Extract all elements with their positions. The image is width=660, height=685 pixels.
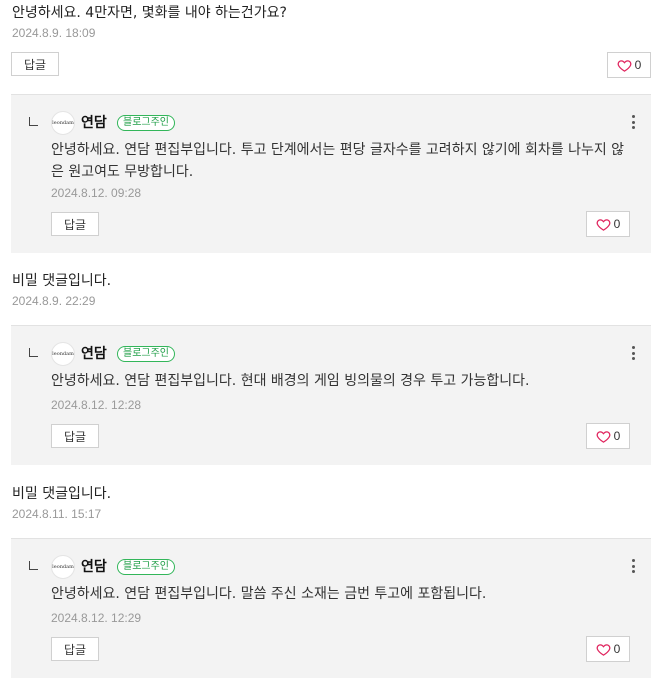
like-button[interactable]: 0 — [586, 211, 630, 237]
reply-item: leondam 연담 블로그주인 안녕하세요. 연담 편집부입니다. 투고 단계… — [11, 94, 651, 253]
reply-tree-icon — [29, 561, 38, 570]
reply-tree-icon — [29, 348, 38, 357]
reply-date: 2024.8.12. 12:28 — [51, 398, 142, 412]
like-button[interactable]: 0 — [586, 636, 630, 662]
reply-date: 2024.8.12. 12:29 — [51, 611, 142, 625]
reply-button[interactable]: 답글 — [51, 424, 99, 448]
owner-badge: 블로그주인 — [117, 346, 175, 362]
comment-text: 안녕하세요. 4만자면, 몇화를 내야 하는건가요? — [12, 5, 287, 21]
reply-author[interactable]: 연담 — [81, 556, 107, 576]
comment-list: 안녕하세요. 4만자면, 몇화를 내야 하는건가요? 2024.8.9. 18:… — [0, 0, 660, 685]
heart-icon — [596, 218, 611, 231]
reply-item: leondam 연담 블로그주인 안녕하세요. 연담 편집부입니다. 현대 배경… — [11, 325, 651, 465]
heart-icon — [596, 643, 611, 656]
reply-item: leondam 연담 블로그주인 안녕하세요. 연담 편집부입니다. 말씀 주신… — [11, 538, 651, 678]
like-count: 0 — [613, 217, 621, 231]
comment-item: 안녕하세요. 4만자면, 몇화를 내야 하는건가요? 2024.8.9. 18:… — [0, 0, 660, 94]
more-options-icon[interactable] — [631, 115, 635, 129]
reply-text: 안녕하세요. 연담 편집부입니다. 말씀 주신 소재는 금번 투고에 포함됩니다… — [51, 586, 487, 602]
comment-item: 비밀 댓글입니다. 2024.8.9. 22:29 — [0, 268, 660, 326]
owner-badge: 블로그주인 — [117, 115, 175, 131]
comment-text: 비밀 댓글입니다. — [12, 273, 112, 289]
avatar[interactable]: leondam — [51, 555, 75, 579]
reply-text: 안녕하세요. 연담 편집부입니다. 현대 배경의 게임 빙의물의 경우 투고 가… — [51, 373, 530, 389]
heart-icon — [617, 59, 632, 72]
reply-tree-icon — [29, 117, 38, 126]
more-options-icon[interactable] — [631, 559, 635, 573]
comment-item: 비밀 댓글입니다. 2024.8.11. 15:17 — [0, 481, 660, 539]
avatar[interactable]: leondam — [51, 342, 75, 366]
reply-button[interactable]: 답글 — [11, 52, 59, 76]
reply-button[interactable]: 답글 — [51, 212, 99, 236]
reply-text: 안녕하세요. 연담 편집부입니다. 투고 단계에서는 편당 글자수를 고려하지 … — [51, 142, 625, 180]
reply-author[interactable]: 연담 — [81, 112, 107, 132]
comment-date: 2024.8.9. 22:29 — [12, 294, 96, 308]
more-options-icon[interactable] — [631, 346, 635, 360]
heart-icon — [596, 430, 611, 443]
like-button[interactable]: 0 — [586, 423, 630, 449]
comment-text: 비밀 댓글입니다. — [12, 486, 112, 502]
comment-date: 2024.8.11. 15:17 — [12, 507, 102, 521]
reply-author[interactable]: 연담 — [81, 343, 107, 363]
like-button[interactable]: 0 — [607, 52, 651, 78]
like-count: 0 — [613, 642, 621, 656]
reply-button[interactable]: 답글 — [51, 637, 99, 661]
avatar[interactable]: leondam — [51, 111, 75, 135]
like-count: 0 — [634, 58, 642, 72]
comment-date: 2024.8.9. 18:09 — [12, 26, 96, 40]
owner-badge: 블로그주인 — [117, 559, 175, 575]
like-count: 0 — [613, 429, 621, 443]
reply-date: 2024.8.12. 09:28 — [51, 186, 142, 200]
